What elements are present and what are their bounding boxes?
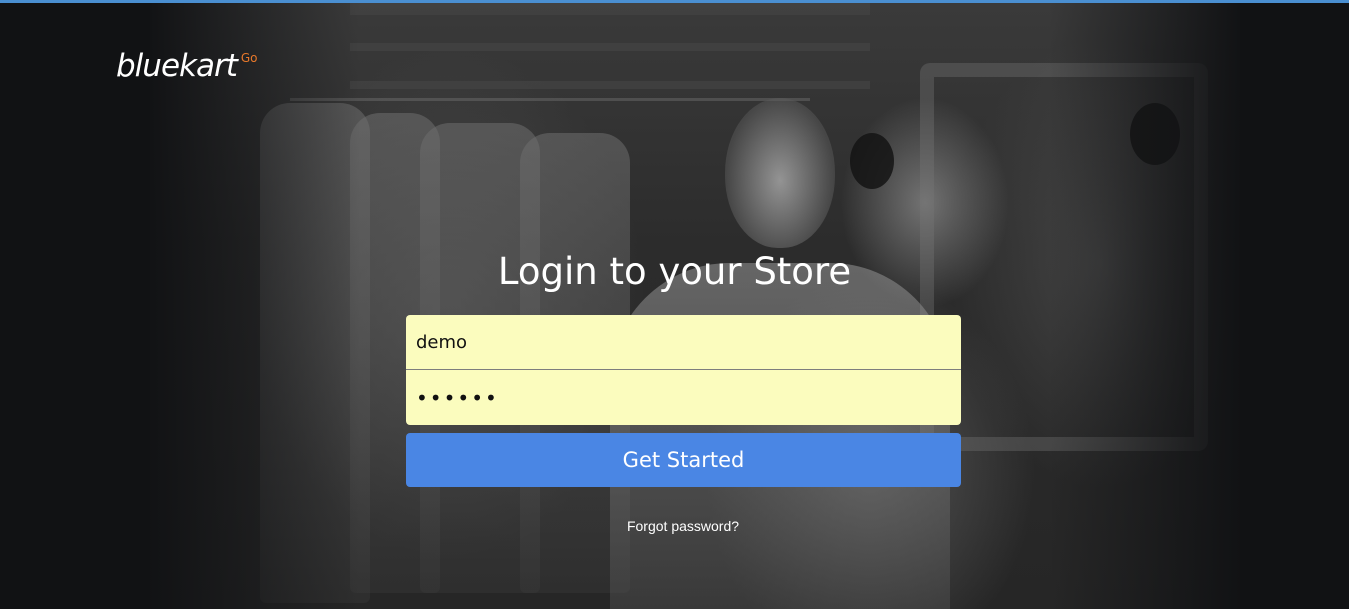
- brand-name: bluekart: [116, 48, 238, 84]
- brand-logo[interactable]: bluekart Go: [116, 48, 258, 84]
- person-head: [725, 98, 835, 248]
- top-accent-strip: [0, 0, 1349, 3]
- username-value: demo: [416, 331, 468, 353]
- get-started-button[interactable]: Get Started: [406, 433, 961, 487]
- username-field[interactable]: demo: [406, 315, 961, 370]
- mannequin-head: [850, 133, 894, 189]
- shelf: [350, 43, 870, 51]
- shelf: [350, 3, 870, 15]
- login-form: demo •••••• Get Started: [406, 315, 961, 487]
- login-page: bluekart Go Login to your Store demo •••…: [0, 0, 1349, 609]
- password-field[interactable]: ••••••: [406, 370, 961, 425]
- password-value: ••••••: [416, 385, 499, 410]
- brand-suffix: Go: [240, 51, 258, 65]
- page-title: Login to your Store: [497, 250, 852, 293]
- forgot-password-link[interactable]: Forgot password?: [0, 518, 1349, 534]
- shelf: [350, 81, 870, 89]
- hanger-rail: [290, 98, 810, 101]
